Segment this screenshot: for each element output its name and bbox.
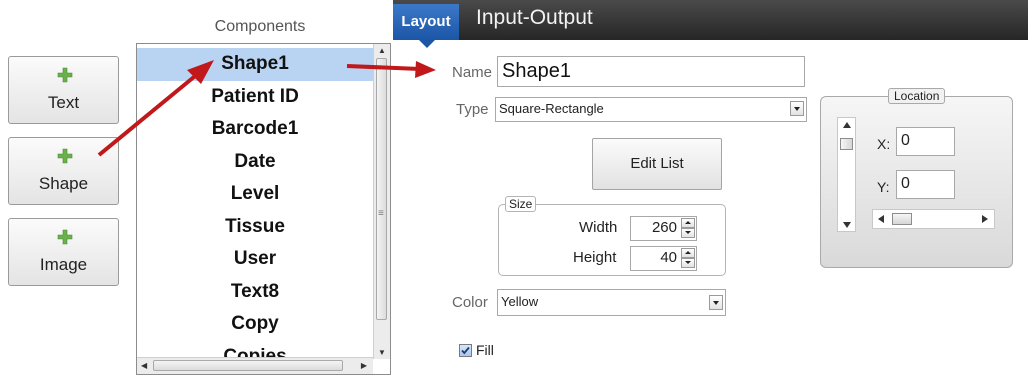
arrow-list-to-name xyxy=(346,61,436,78)
arrow-shape-to-list xyxy=(97,60,214,157)
annotation-arrows xyxy=(97,60,436,157)
